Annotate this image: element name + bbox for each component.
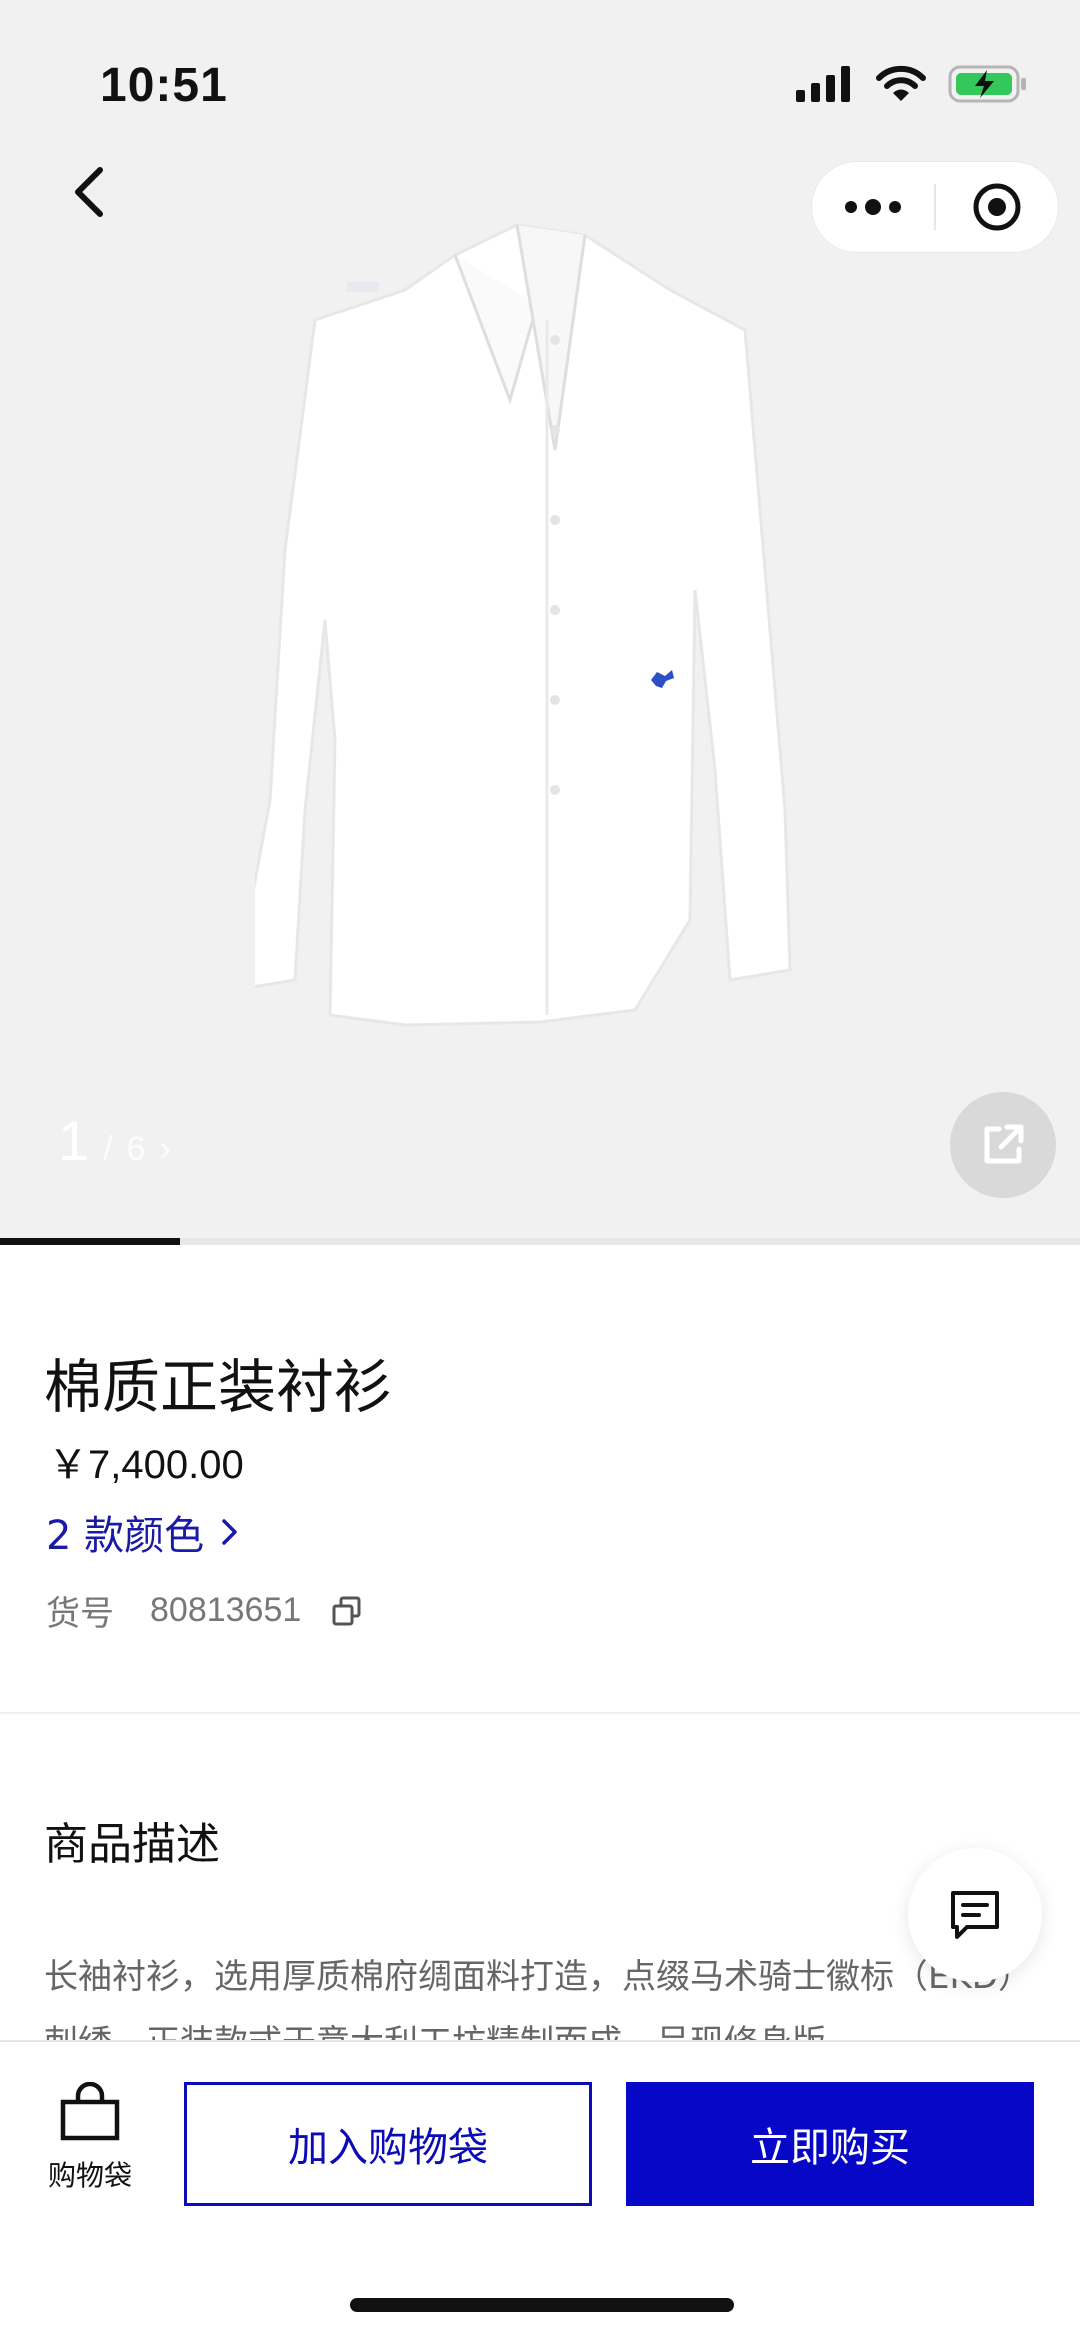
description-heading: 商品描述	[44, 1819, 220, 1870]
product-price: ￥7,400.00	[48, 1443, 244, 1487]
customer-service-button[interactable]	[908, 1848, 1042, 1982]
miniapp-capsule	[812, 162, 1058, 252]
close-miniapp-button[interactable]	[936, 162, 1058, 252]
chevron-right-icon	[222, 1519, 237, 1545]
bag-icon	[60, 2082, 120, 2141]
buy-now-button[interactable]: 立即购买	[626, 2082, 1034, 2206]
bottom-action-bar: 购物袋 加入购物袋 立即购买	[0, 2040, 1080, 2341]
copy-icon	[332, 1596, 361, 1625]
more-icon	[845, 199, 901, 215]
back-button[interactable]	[58, 160, 122, 224]
gallery-progress-fill	[0, 1238, 181, 1245]
chat-icon	[951, 1891, 999, 1939]
sku-value: 80813651	[150, 1591, 302, 1629]
shopping-bag-button[interactable]: 购物袋	[30, 2082, 150, 2194]
share-button[interactable]	[950, 1092, 1056, 1198]
color-options-link[interactable]: 2 款颜色	[46, 1503, 240, 1561]
shopping-bag-label: 购物袋	[47, 2159, 132, 2192]
copy-sku-button[interactable]	[331, 1595, 363, 1627]
sku-row: 货号 80813651	[46, 1586, 363, 1635]
signal-icon	[796, 66, 854, 106]
gallery-progress	[0, 1238, 1080, 1245]
more-button[interactable]	[812, 162, 934, 252]
wifi-icon	[876, 65, 926, 107]
home-indicator	[350, 2298, 734, 2312]
target-icon	[973, 183, 1021, 231]
color-options-label: 2 款颜色	[46, 1513, 205, 1559]
pager-total: 6	[126, 1130, 146, 1168]
pager-arrow: ›	[159, 1130, 171, 1168]
back-icon	[75, 167, 103, 217]
add-to-bag-button[interactable]: 加入购物袋	[184, 2082, 592, 2206]
status-icons	[796, 62, 1028, 110]
product-title: 棉质正装衬衫	[44, 1353, 393, 1421]
battery-icon	[948, 64, 1028, 108]
image-pager: 1 / 6 ›	[58, 1108, 171, 1173]
product-image	[255, 223, 792, 1027]
sku-label: 货号	[46, 1594, 114, 1634]
pager-current: 1	[58, 1109, 90, 1172]
product-image-gallery[interactable]: 10:51 1 / 6 ›	[0, 0, 1080, 1245]
pager-separator: /	[103, 1130, 113, 1168]
status-time: 10:51	[100, 59, 228, 112]
section-divider	[0, 1712, 1080, 1714]
share-icon	[984, 1124, 1024, 1164]
